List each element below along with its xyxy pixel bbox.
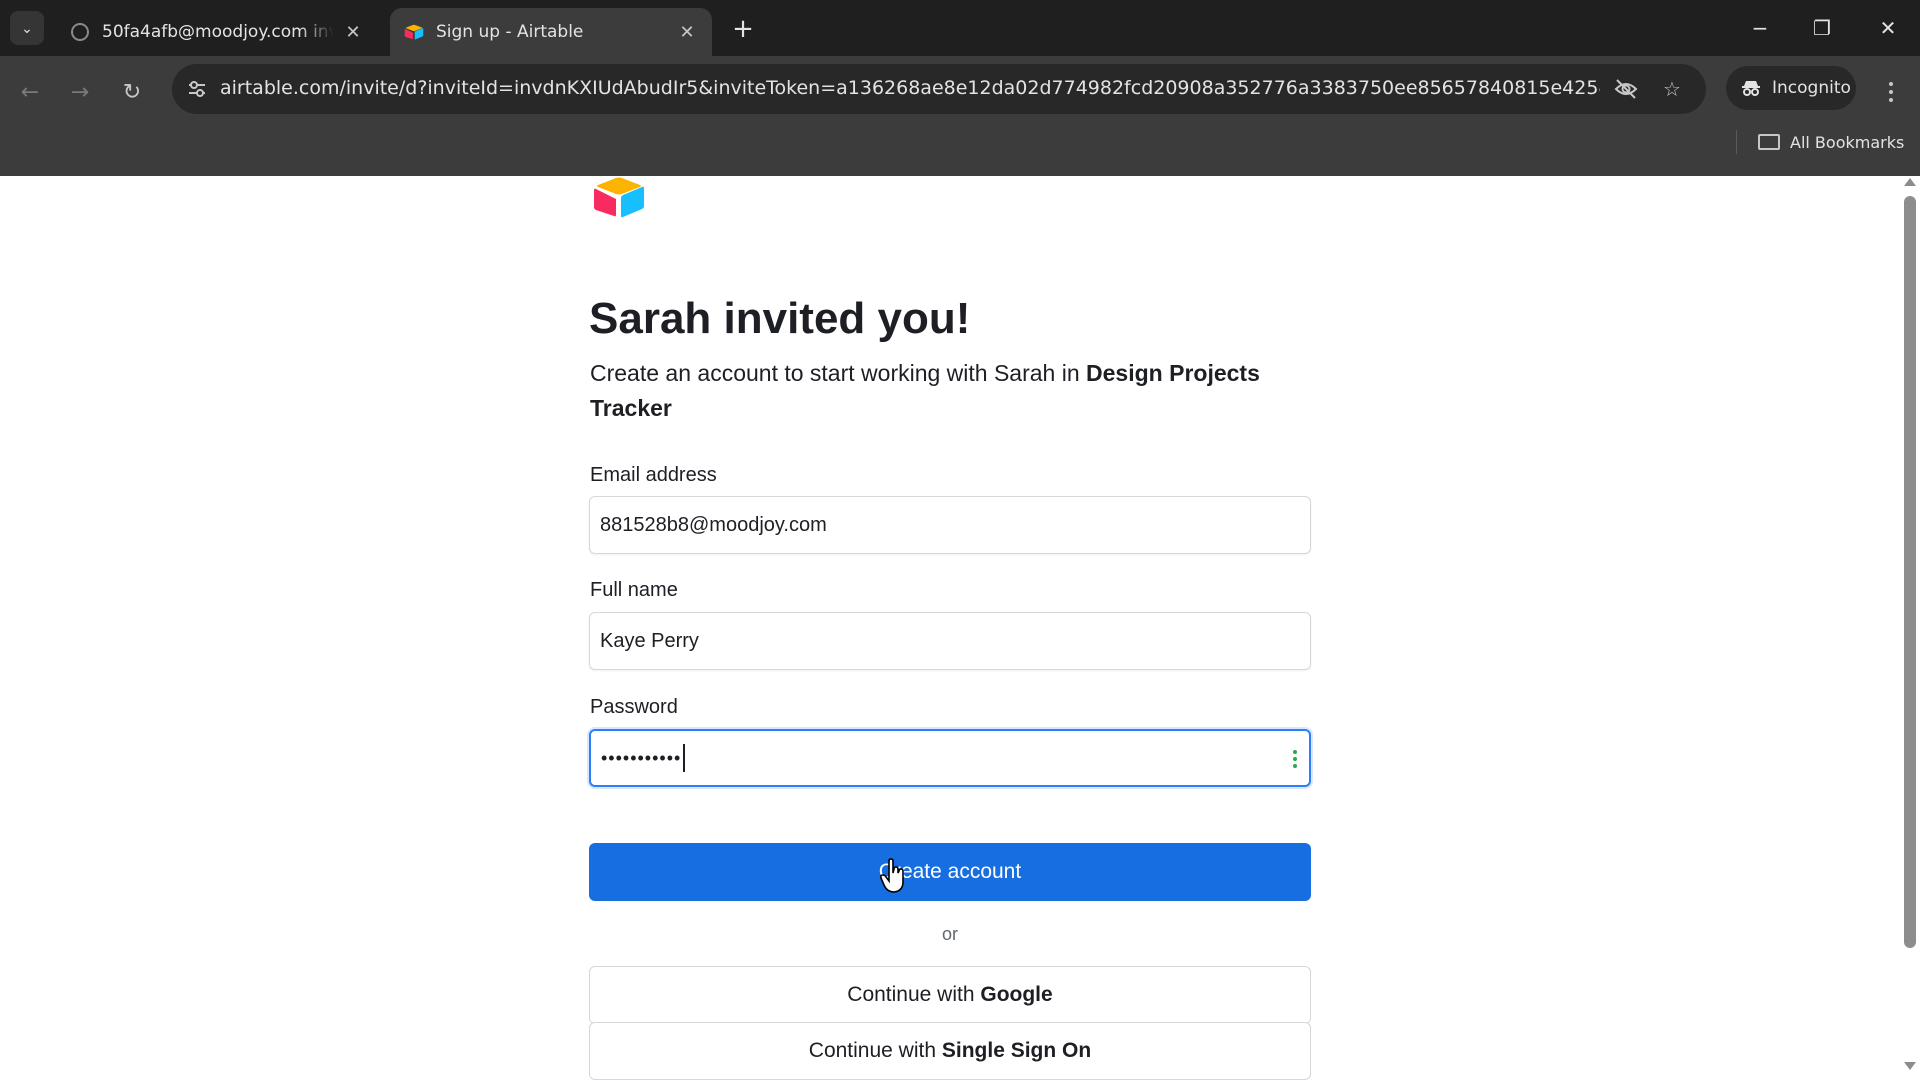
sso-button-prefix: Continue with [808, 1039, 942, 1062]
globe-icon [70, 22, 90, 42]
sso-button-name: Single Sign On [941, 1039, 1092, 1062]
back-arrow-icon[interactable]: ← [10, 72, 50, 112]
full-name-value: Kaye Perry [600, 629, 699, 652]
browser-menu-icon[interactable] [1876, 72, 1906, 112]
email-value: 881528b8@moodjoy.com [600, 513, 827, 536]
incognito-icon [1740, 77, 1762, 99]
url-text[interactable]: airtable.com/invite/d?inviteId=invdnKXIU… [220, 77, 1600, 99]
password-label: Password [590, 696, 678, 718]
address-bar[interactable]: airtable.com/invite/d?inviteId=invdnKXIU… [172, 64, 1706, 114]
scrollbar-thumb[interactable] [1904, 196, 1916, 948]
email-label: Email address [590, 464, 717, 486]
tab-sign-up-airtable[interactable]: Sign up - Airtable ✕ [390, 8, 712, 56]
subtitle-text: Create an account to start working with … [590, 360, 1087, 386]
bookmarks-divider [1736, 130, 1737, 154]
bookmark-star-icon[interactable]: ☆ [1658, 75, 1686, 103]
tab-search-chevron-icon[interactable]: ⌄ [10, 11, 44, 45]
forward-arrow-icon[interactable]: → [60, 72, 100, 112]
browser-toolbar: ← → ↻ airtable.com/invite/d?inviteId=inv… [0, 56, 1920, 176]
email-field[interactable]: 881528b8@moodjoy.com [589, 496, 1311, 554]
google-button-prefix: Continue with [847, 983, 981, 1006]
hand-pointer-cursor-icon [880, 858, 904, 893]
all-bookmarks-button[interactable]: All Bookmarks [1758, 128, 1904, 156]
continue-with-sso-button[interactable]: Continue with Single Sign On [589, 1022, 1311, 1080]
close-tab-icon[interactable]: ✕ [676, 21, 698, 43]
tab-title: Sign up - Airtable [436, 22, 584, 42]
page-title: Sarah invited you! [589, 294, 971, 343]
incognito-badge[interactable]: Incognito [1726, 66, 1856, 110]
full-name-field[interactable]: Kaye Perry [589, 612, 1311, 670]
tracking-protection-eye-off-icon[interactable] [1612, 75, 1640, 103]
incognito-label: Incognito [1772, 78, 1851, 98]
close-window-icon[interactable]: ✕ [1864, 8, 1912, 48]
full-name-label: Full name [590, 579, 678, 601]
tab-title: 50fa4afb@moodjoy.com invited you [102, 22, 334, 42]
password-field[interactable]: ••••••••••• [589, 729, 1311, 787]
password-masked-value: ••••••••••• [601, 747, 682, 768]
reload-icon[interactable]: ↻ [112, 72, 152, 112]
or-divider: or [941, 924, 958, 944]
folder-icon [1758, 134, 1780, 150]
continue-with-google-button[interactable]: Continue with Google [589, 966, 1311, 1024]
site-settings-icon[interactable] [184, 76, 210, 102]
text-caret [683, 744, 686, 772]
tab-invite-email[interactable]: 50fa4afb@moodjoy.com invited you ✕ [56, 8, 378, 56]
signup-page: Sarah invited you! Create an account to … [0, 176, 1920, 1080]
invite-subtitle: Create an account to start working with … [590, 356, 1320, 426]
new-tab-icon[interactable]: + [728, 14, 758, 44]
create-account-button[interactable]: Create account [589, 843, 1311, 901]
close-tab-icon[interactable]: ✕ [342, 21, 364, 43]
password-manager-icon[interactable] [1293, 750, 1297, 768]
browser-tab-strip: ⌄ 50fa4afb@moodjoy.com invited you ✕ Sig… [0, 0, 1920, 56]
scroll-down-arrow-icon[interactable] [1904, 1062, 1916, 1070]
google-button-name: Google [980, 983, 1053, 1006]
restore-window-icon[interactable]: ❐ [1798, 8, 1846, 48]
all-bookmarks-label: All Bookmarks [1790, 132, 1905, 152]
airtable-logo [594, 177, 644, 218]
minimize-icon[interactable]: − [1736, 8, 1784, 48]
scroll-up-arrow-icon[interactable] [1904, 178, 1916, 186]
airtable-logo-icon [404, 22, 424, 42]
